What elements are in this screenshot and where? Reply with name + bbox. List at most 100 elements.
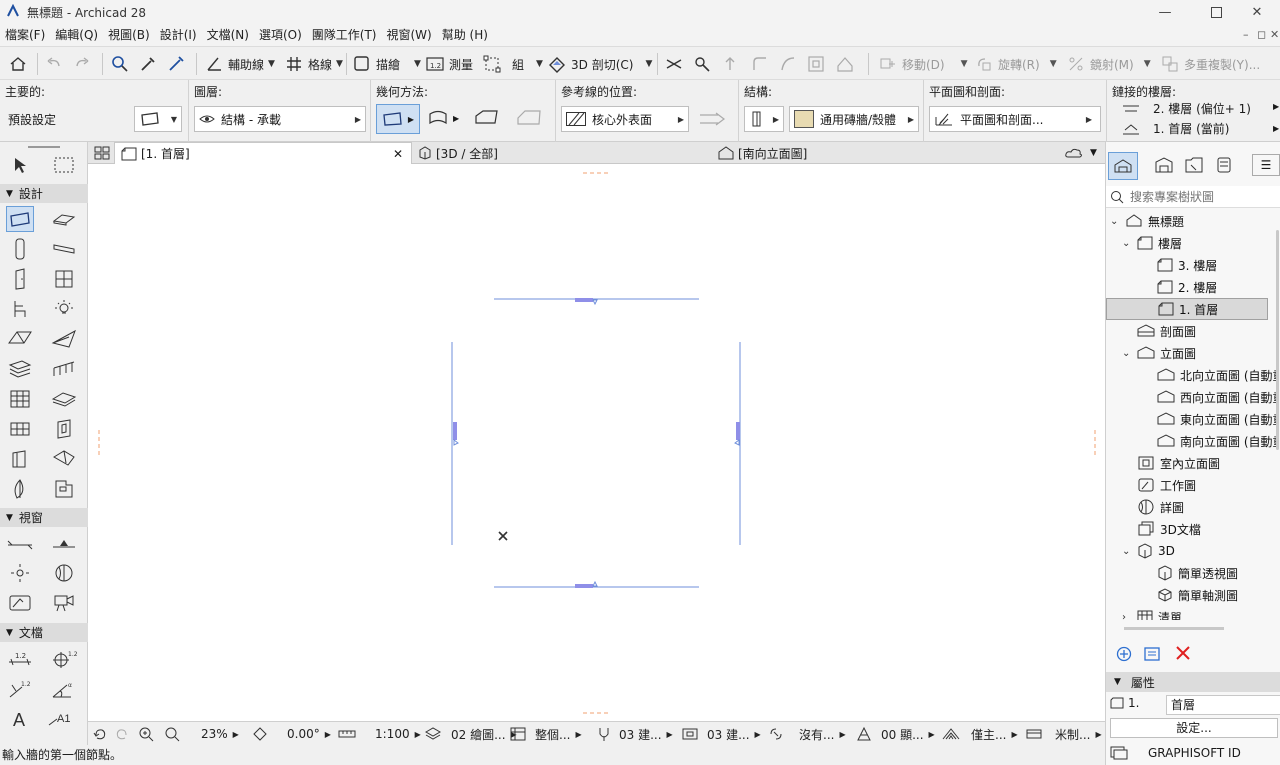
plan-section-button[interactable]: 平面圖和剖面... ▶: [929, 106, 1101, 132]
chevron-right-icon[interactable]: ▶: [1273, 102, 1279, 111]
renovation-filter-control[interactable]: 沒有... ▶: [768, 725, 846, 743]
wall-tool[interactable]: [6, 206, 34, 232]
floor-plan-canvas[interactable]: [88, 164, 1105, 721]
doc-close-icon[interactable]: ✕: [1270, 28, 1279, 41]
group-button[interactable]: 組 ▼: [482, 52, 543, 76]
north-elevation-marker[interactable]: [575, 298, 593, 302]
scale-control[interactable]: 1:100 ▶: [338, 725, 421, 743]
chevron-right-icon[interactable]: ▶: [1273, 124, 1279, 133]
project-map-button[interactable]: [1108, 152, 1138, 180]
west-elevation-marker[interactable]: [453, 422, 457, 440]
move-button[interactable]: 移動(D) ▼: [878, 52, 968, 76]
window-tool[interactable]: [50, 266, 78, 292]
settings-button[interactable]: 設定...: [1110, 718, 1278, 738]
zoom-control[interactable]: 23% ▶: [164, 725, 239, 743]
roof-tool[interactable]: [6, 326, 34, 352]
adjust-button[interactable]: [692, 52, 712, 76]
section-tool[interactable]: [6, 530, 34, 556]
geometry-straight-button[interactable]: ▶: [376, 104, 420, 134]
viewpoint-header[interactable]: ▼ 視窗: [0, 508, 88, 527]
dimension-standard-control[interactable]: 03 建... ▶: [682, 725, 761, 743]
mirror-button[interactable]: 鏡射(M) ▼: [1066, 52, 1151, 76]
guide-line-button[interactable]: 輔助線 ▼: [204, 52, 275, 76]
flip-direction-icon[interactable]: [698, 110, 728, 128]
tree-item-east-elevation[interactable]: 東向立面圖 (自動重: [1142, 408, 1276, 430]
chevron-down-icon[interactable]: ⌄: [1110, 216, 1120, 227]
doc-minimize-icon[interactable]: –: [1243, 28, 1249, 41]
east-elevation-marker[interactable]: [736, 422, 740, 440]
multiply-button[interactable]: 多重複製(Y)...: [1160, 52, 1260, 76]
chevron-down-icon[interactable]: ▼: [336, 59, 343, 69]
tab-south-elevation[interactable]: [南向立面圖]: [712, 142, 1012, 164]
menu-file[interactable]: 檔案(F): [0, 24, 50, 46]
wall-settings-button[interactable]: ▼: [134, 106, 182, 132]
document-header[interactable]: ▼ 文檔: [0, 623, 88, 642]
layer-selector[interactable]: 結構 - 承載 ▶: [194, 106, 366, 132]
structural-filter-control[interactable]: 僅主... ▶: [942, 725, 1018, 743]
tree-item-project[interactable]: ⌄ 無標題: [1110, 210, 1184, 232]
layout-book-button[interactable]: [1184, 156, 1204, 177]
tree-item-3d-documents[interactable]: 3D文檔: [1122, 518, 1201, 540]
split-button[interactable]: [664, 52, 684, 76]
search-box[interactable]: [1106, 186, 1280, 208]
tree-item-south-elevation[interactable]: 南向立面圖 (自動重: [1142, 430, 1276, 452]
beam-tool[interactable]: [50, 236, 78, 262]
arrow-tool[interactable]: [6, 152, 34, 178]
chevron-down-icon[interactable]: ▼: [961, 59, 968, 69]
zone-tool[interactable]: [50, 476, 78, 502]
curve-button[interactable]: [778, 52, 798, 76]
chevron-down-icon[interactable]: ⌄: [1122, 348, 1132, 359]
tree-item-interior-elevations[interactable]: 室內立面圖: [1122, 452, 1220, 474]
corner-window-tool[interactable]: [6, 446, 34, 472]
tab-overview-button[interactable]: [88, 142, 114, 164]
polygon-wall-icon[interactable]: [515, 108, 543, 128]
tree-scrollbar[interactable]: [1276, 230, 1279, 450]
rotate-button[interactable]: 旋轉(R) ▼: [974, 52, 1057, 76]
chevron-right-icon[interactable]: ›: [1122, 612, 1132, 621]
tree-item-sections[interactable]: 剖面圖: [1122, 320, 1196, 342]
refline-selector[interactable]: 核心外表面 ▶: [561, 106, 689, 132]
label-tool[interactable]: A1: [46, 706, 78, 732]
syringe-button[interactable]: [166, 52, 186, 76]
properties-header[interactable]: ▼ 屬性: [1106, 672, 1280, 692]
structure-type-button[interactable]: ▶: [744, 106, 784, 132]
stair-tool[interactable]: [6, 356, 34, 382]
tab-3d[interactable]: [3D / 全部]: [412, 142, 712, 164]
tree-item-west-elevation[interactable]: 西向立面圖 (自動重: [1142, 386, 1276, 408]
angle-dimension-tool[interactable]: α: [50, 676, 78, 702]
chevron-down-icon[interactable]: ▼: [1144, 59, 1151, 69]
morph-2-tool[interactable]: [6, 476, 34, 502]
chevron-down-icon[interactable]: ▼: [414, 59, 421, 69]
measure-button[interactable]: 1.2 測量: [425, 52, 473, 76]
view-settings-button[interactable]: [1144, 646, 1160, 665]
text-tool[interactable]: A: [6, 706, 34, 732]
column-tool[interactable]: [6, 236, 34, 262]
chevron-down-icon[interactable]: ▼: [268, 59, 275, 69]
unit-control[interactable]: 米制... ▶: [1026, 725, 1102, 743]
chevron-down-icon[interactable]: ▼: [645, 59, 652, 69]
door-tool[interactable]: [6, 266, 34, 292]
dimension-tool[interactable]: 1.2: [6, 646, 34, 672]
minimize-icon[interactable]: —: [1142, 0, 1188, 24]
grid-button[interactable]: 格線 ▼: [284, 52, 343, 76]
south-elevation-marker[interactable]: [575, 584, 593, 588]
trapezoid-wall-icon[interactable]: [473, 108, 499, 128]
mesh-tool[interactable]: [50, 386, 78, 412]
fillet-button[interactable]: [750, 52, 770, 76]
publisher-button[interactable]: [1214, 156, 1234, 177]
elevation-tool-button[interactable]: [720, 52, 740, 76]
navigator-menu-button[interactable]: ☰: [1252, 154, 1280, 176]
roof-button[interactable]: [835, 52, 855, 76]
worksheet-tool[interactable]: [50, 560, 78, 586]
view-map-button[interactable]: [1154, 156, 1174, 177]
tree-item-3d[interactable]: ⌄ 3D: [1122, 540, 1175, 562]
graphisoft-id-bar[interactable]: GRAPHISOFT ID: [1110, 742, 1241, 764]
chevron-down-icon[interactable]: ⌄: [1122, 238, 1132, 249]
chevron-down-icon[interactable]: ▼: [1050, 59, 1057, 69]
detail-tool[interactable]: [6, 590, 34, 616]
redo-button[interactable]: [72, 52, 92, 76]
chevron-down-icon[interactable]: ⌄: [1122, 546, 1132, 557]
tab-close-icon[interactable]: ✕: [393, 147, 403, 161]
railing-tool[interactable]: [50, 356, 78, 382]
tree-h-scrollbar[interactable]: [1124, 627, 1224, 630]
